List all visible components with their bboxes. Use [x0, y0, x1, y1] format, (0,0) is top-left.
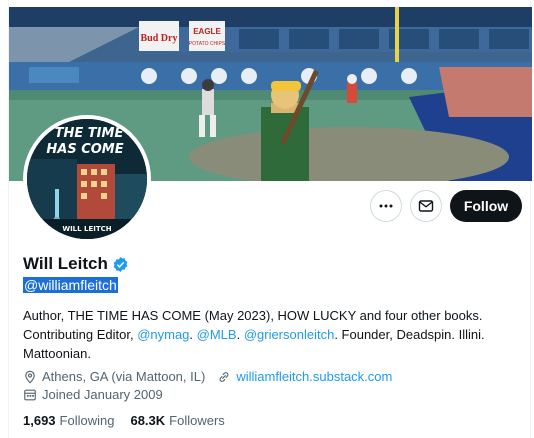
book-title-line1: THE TIME: [55, 126, 124, 141]
more-options-button[interactable]: [370, 190, 402, 222]
more-icon: [379, 204, 393, 208]
book-cover-image: THE TIME HAS COME WILL LEITCH: [27, 119, 147, 239]
link-icon: [219, 371, 229, 382]
bio-link-mlb[interactable]: @MLB: [197, 327, 237, 342]
user-handle: @williamfleitch: [23, 277, 118, 293]
display-name: Will Leitch: [23, 254, 108, 273]
bio-link-nymag[interactable]: @nymag: [137, 327, 189, 342]
profile-card: Bud Dry EAGLE POTATO CHIPS THE TIME HAS …: [8, 0, 532, 438]
calendar-icon: [24, 389, 36, 400]
avatar[interactable]: THE TIME HAS COME WILL LEITCH: [23, 115, 151, 243]
profile-bio: Author, THE TIME HAS COME (May 2023), HO…: [23, 306, 513, 363]
profile-meta-joined: Joined January 2009: [23, 387, 163, 402]
joined-text: Joined January 2009: [42, 387, 163, 402]
location-text: Athens, GA (via Mattoon, IL): [42, 369, 206, 384]
website-link[interactable]: williamfleitch.substack.com: [236, 369, 392, 384]
profile-name-row: Will Leitch: [23, 254, 129, 274]
following-count: 1,693: [23, 413, 56, 428]
follow-stats: 1,693 Following 68.3K Followers: [23, 413, 241, 428]
message-button[interactable]: [410, 190, 442, 222]
book-title-line2: HAS COME: [46, 142, 123, 157]
followers-label: Followers: [169, 413, 225, 428]
bio-text-3: .: [236, 327, 244, 342]
bio-link-griersonleitch[interactable]: @griersonleitch: [244, 327, 335, 342]
banner-sign-chips: POTATO CHIPS: [189, 41, 226, 47]
location-pin-icon: [25, 370, 35, 383]
verified-badge-icon[interactable]: [112, 256, 129, 273]
followers-count: 68.3K: [130, 413, 166, 428]
banner-sign-bud: Bud Dry: [141, 33, 178, 44]
follow-button[interactable]: Follow: [450, 190, 522, 222]
envelope-icon: [418, 200, 434, 212]
profile-meta-location-website: Athens, GA (via Mattoon, IL) williamflei…: [23, 369, 392, 384]
avatar-image: THE TIME HAS COME WILL LEITCH: [27, 119, 147, 239]
following-stat[interactable]: 1,693 Following: [23, 413, 114, 428]
banner-sign-eagle: EAGLE: [193, 27, 221, 36]
bio-text-2: .: [189, 327, 197, 342]
followers-stat[interactable]: 68.3K Followers: [130, 413, 224, 428]
following-label: Following: [59, 413, 115, 428]
handle-text[interactable]: @williamfleitch: [23, 277, 118, 293]
book-author: WILL LEITCH: [62, 225, 111, 233]
